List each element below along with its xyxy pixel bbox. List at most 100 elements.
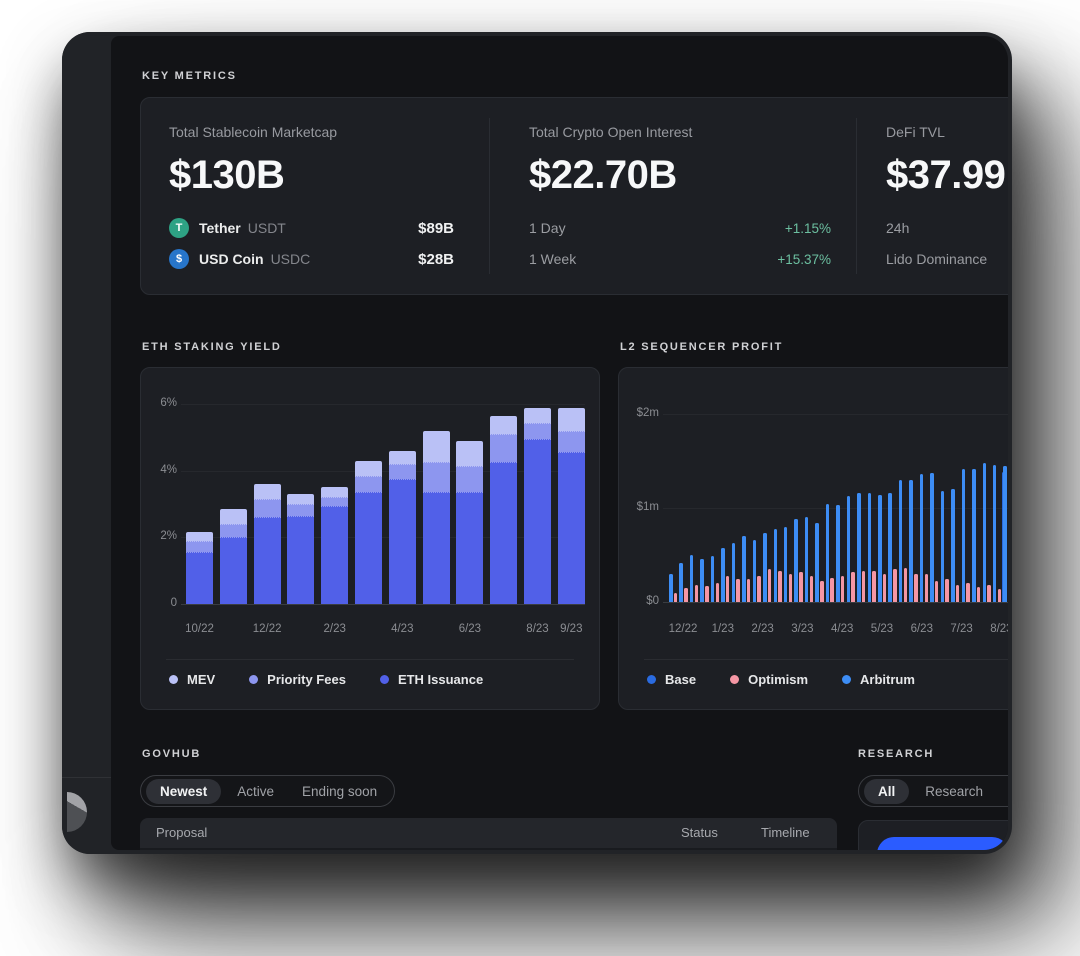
table-row[interactable]: [140, 848, 837, 850]
tab-newest[interactable]: Newest: [146, 779, 221, 804]
stablecoin-metric: Total Stablecoin Marketcap $130B T Tethe…: [169, 124, 454, 271]
l2-bar: [669, 574, 673, 602]
l2-bar: [983, 463, 987, 602]
change-value: +15.37%: [777, 252, 831, 267]
change-row-1d: 1 Day +1.15%: [529, 216, 831, 240]
eth-stacked-bar: [321, 487, 348, 604]
l2-bar: [674, 593, 678, 602]
edge-avatar[interactable]: [67, 792, 87, 832]
card-divider: [856, 118, 857, 274]
tab-research[interactable]: Research: [913, 779, 995, 804]
metric-label: DeFi TVL: [886, 124, 1008, 140]
eth-stacked-bar: [558, 408, 585, 604]
eth-staking-heading: ETH STAKING YIELD: [142, 341, 282, 353]
l2-bar: [857, 493, 861, 602]
eth-stacked-bar: [490, 416, 517, 604]
column-status: Status: [681, 825, 718, 840]
coin-ticker: USDT: [248, 220, 286, 236]
tether-icon: T: [169, 218, 189, 238]
l2-bar: [826, 504, 830, 602]
l2-bar: [945, 579, 949, 602]
l2-bar: [883, 574, 887, 602]
l2-bar: [904, 568, 908, 602]
metric-value: $130B: [169, 153, 454, 198]
change-row-1w: 1 Week +15.37%: [529, 247, 831, 271]
l2-bar: [987, 585, 991, 602]
key-metrics-heading: KEY METRICS: [142, 70, 237, 82]
legend-label: Priority Fees: [267, 672, 346, 687]
coin-name: USD Coin: [199, 251, 264, 267]
l2-bar: [784, 527, 788, 602]
legend-divider: [644, 659, 1008, 660]
row-label: 24h: [886, 220, 909, 236]
l2-bar: [899, 480, 903, 602]
legend-label: ETH Issuance: [398, 672, 483, 687]
l2-chart-legend: Base Optimism Arbitrum: [647, 672, 915, 687]
tab-ending-soon[interactable]: Ending soon: [290, 779, 389, 804]
eth-stacked-bar: [456, 441, 483, 604]
eth-stacked-bar: [254, 484, 281, 604]
eth-stacked-bar: [355, 461, 382, 604]
open-interest-metric: Total Crypto Open Interest $22.70B 1 Day…: [529, 124, 831, 271]
l2-bar: [778, 571, 782, 602]
legend-item: Priority Fees: [249, 672, 346, 687]
card-divider: [489, 118, 490, 274]
l2-bar: [966, 583, 970, 602]
l2-bar: [841, 576, 845, 602]
eth-chart-legend: MEV Priority Fees ETH Issuance: [169, 672, 483, 687]
sidebar-divider: [62, 777, 111, 778]
eth-staking-chart-card: 6%4%2%010/2212/222/234/236/238/239/23 ME…: [140, 367, 600, 710]
research-cta-button[interactable]: [877, 837, 1008, 850]
l2-bar: [993, 465, 997, 602]
l2-bar: [799, 572, 803, 602]
l2-bar: [763, 533, 767, 602]
legend-label: MEV: [187, 672, 215, 687]
legend-dot-mev: [169, 675, 178, 684]
l2-bar: [977, 587, 981, 602]
row-label: Lido Dominance: [886, 251, 987, 267]
l2-bar: [726, 576, 730, 602]
legend-dot-priority-fees: [249, 675, 258, 684]
l2-bar: [930, 473, 934, 602]
tvl-row-lido: Lido Dominance: [886, 247, 1008, 271]
app-window: KEY METRICS Total Stablecoin Marketcap $…: [62, 32, 1012, 854]
column-proposal: Proposal: [156, 825, 207, 840]
l2-bar: [721, 548, 725, 602]
l2-bar: [872, 571, 876, 602]
metric-label: Total Crypto Open Interest: [529, 124, 831, 140]
legend-item: Optimism: [730, 672, 808, 687]
change-value: +1.15%: [785, 221, 831, 236]
tab-all[interactable]: All: [864, 779, 909, 804]
defi-tvl-metric: DeFi TVL $37.99 24h Lido Dominance: [886, 124, 1008, 271]
l2-bar: [868, 493, 872, 602]
l2-bar: [956, 585, 960, 602]
coin-value: $89B: [418, 220, 454, 237]
main-content: KEY METRICS Total Stablecoin Marketcap $…: [111, 36, 1008, 850]
l2-bar: [951, 489, 955, 602]
l2-bar: [851, 572, 855, 602]
legend-dot-optimism: [730, 675, 739, 684]
l2-bar: [830, 578, 834, 602]
legend-label: Base: [665, 672, 696, 687]
l2-bar: [893, 569, 897, 602]
coin-value: $28B: [418, 251, 454, 268]
eth-stacked-bar: [186, 532, 213, 604]
usdc-icon: $: [169, 249, 189, 269]
metric-label: Total Stablecoin Marketcap: [169, 124, 454, 140]
l2-bar: [972, 469, 976, 602]
coin-row-usdc: $ USD Coin USDC $28B: [169, 247, 454, 271]
coin-ticker: USDC: [271, 251, 311, 267]
legend-dot-eth-issuance: [380, 675, 389, 684]
l2-bar: [695, 585, 699, 602]
tab-active[interactable]: Active: [225, 779, 286, 804]
l2-bar: [747, 579, 751, 602]
legend-label: Arbitrum: [860, 672, 915, 687]
change-period: 1 Day: [529, 220, 566, 236]
legend-dot-arbitrum: [842, 675, 851, 684]
tab-f-truncated[interactable]: F: [999, 779, 1008, 804]
l2-bar: [941, 491, 945, 602]
coin-name: Tether: [199, 220, 241, 236]
l2-bar: [774, 529, 778, 602]
eth-stacked-bar: [287, 494, 314, 604]
l2-bar: [805, 517, 809, 602]
